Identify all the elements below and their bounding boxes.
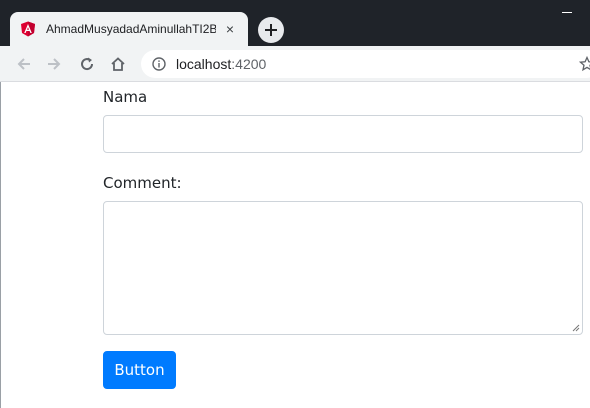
close-icon[interactable]: × bbox=[222, 21, 238, 37]
star-icon[interactable] bbox=[579, 56, 590, 72]
submit-button[interactable]: Button bbox=[103, 351, 176, 389]
back-button[interactable] bbox=[14, 54, 34, 74]
info-icon[interactable] bbox=[152, 57, 166, 71]
nama-label: Nama bbox=[103, 88, 148, 106]
nama-input[interactable] bbox=[103, 115, 583, 153]
url-port: :4200 bbox=[231, 56, 267, 72]
browser-tab[interactable]: AhmadMusyadadAminullahTI2B × bbox=[10, 12, 248, 46]
address-bar[interactable]: localhost:4200 bbox=[141, 50, 590, 78]
page-content: Nama Comment: Button bbox=[0, 82, 590, 408]
reload-button[interactable] bbox=[77, 54, 97, 74]
plus-icon bbox=[265, 24, 277, 36]
forward-button[interactable] bbox=[44, 54, 64, 74]
browser-titlebar: AhmadMusyadadAminullahTI2B × bbox=[0, 0, 590, 46]
minimize-icon[interactable] bbox=[562, 12, 572, 13]
url-text[interactable]: localhost:4200 bbox=[176, 56, 266, 72]
forward-arrow-icon bbox=[48, 58, 61, 70]
reload-icon bbox=[81, 57, 94, 71]
home-icon bbox=[111, 57, 125, 71]
comment-textarea[interactable] bbox=[103, 201, 583, 335]
resize-grip-icon[interactable] bbox=[572, 324, 580, 332]
url-host: localhost bbox=[176, 56, 232, 72]
new-tab-button[interactable] bbox=[258, 17, 284, 43]
comment-label: Comment: bbox=[103, 174, 182, 192]
browser-toolbar: localhost:4200 bbox=[0, 46, 590, 82]
tab-title: AhmadMusyadadAminullahTI2B bbox=[46, 22, 216, 36]
home-button[interactable] bbox=[108, 54, 128, 74]
angular-icon bbox=[21, 21, 35, 37]
back-arrow-icon bbox=[17, 58, 30, 70]
